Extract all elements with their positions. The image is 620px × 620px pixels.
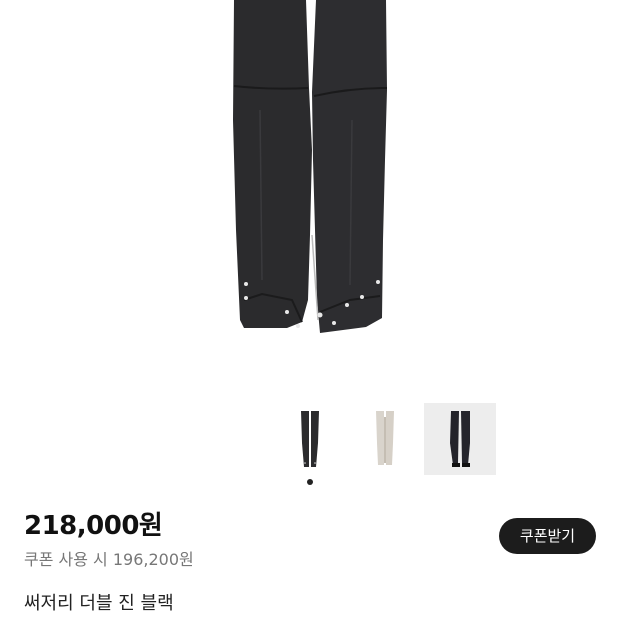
worn-jeans-thumbnail-icon: [450, 411, 470, 467]
main-product-image[interactable]: [0, 0, 620, 390]
product-price: 218,000원: [24, 511, 163, 541]
gallery-indicator-dot: [307, 479, 313, 485]
ivory-jeans-thumbnail-icon: [376, 411, 394, 465]
black-jeans-thumbnail-icon: [301, 411, 319, 467]
black-jeans-illustration: [233, 0, 388, 333]
get-coupon-button[interactable]: 쿠폰받기: [499, 518, 596, 554]
thumbnail-strip: [0, 400, 620, 490]
coupon-price-text: 쿠폰 사용 시 196,200원: [24, 550, 194, 569]
thumbnail-black-worn[interactable]: [424, 403, 496, 475]
product-name: 써저리 더블 진 블랙: [24, 593, 174, 614]
thumbnail-ivory[interactable]: [349, 403, 421, 475]
thumbnail-black-front[interactable]: [274, 403, 346, 475]
